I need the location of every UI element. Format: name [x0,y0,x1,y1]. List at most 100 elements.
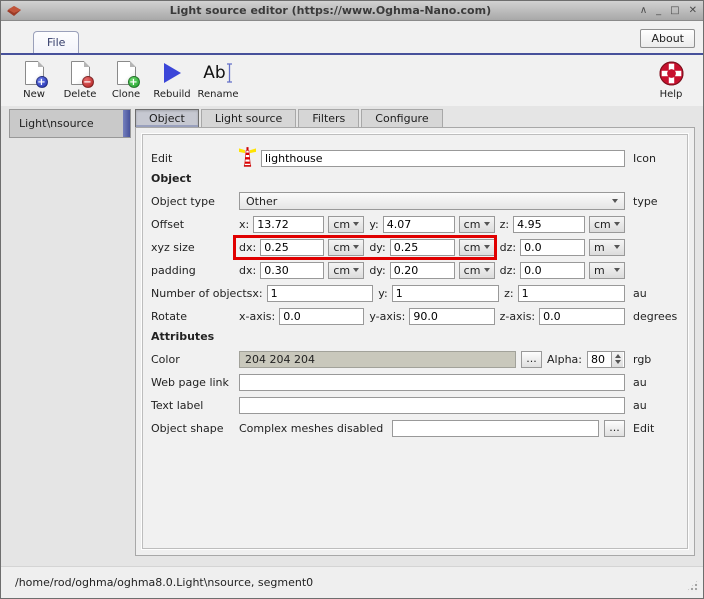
color-row: Color 204 204 204 ... Alpha: [151,350,679,368]
sidebar-scrollbar[interactable] [123,110,130,137]
chevron-down-icon [614,245,620,249]
color-label: Color [151,353,239,366]
chevron-down-icon [614,222,620,226]
tab-object[interactable]: Object [135,109,199,127]
rollup-button[interactable]: ∧ [640,6,647,16]
xyz-size-dx-input[interactable] [260,239,324,256]
chevron-down-icon [614,268,620,272]
alpha-spinner[interactable] [587,351,625,368]
spinner-arrows[interactable] [611,352,623,367]
xyz-size-dz-unit-select[interactable]: m [589,239,625,256]
color-swatch[interactable]: 204 204 204 [239,351,516,368]
new-document-icon: + [25,60,44,86]
xyz-size-dy-label: dy: [369,241,385,254]
clone-button[interactable]: + Clone [103,60,149,100]
spin-down-icon [615,360,621,364]
offset-y-input[interactable] [383,216,455,233]
rebuild-button[interactable]: Rebuild [149,60,195,100]
color-picker-button[interactable]: ... [521,351,542,368]
resize-grip[interactable] [686,579,699,592]
text-label-label: Text label [151,399,239,412]
offset-y-unit-select[interactable]: cm [459,216,495,233]
about-button[interactable]: About [640,29,695,48]
delete-button[interactable]: − Delete [57,60,103,100]
alpha-input[interactable] [588,352,611,367]
offset-label: Offset [151,218,239,231]
num-z-input[interactable] [518,285,625,302]
offset-z-input[interactable] [513,216,585,233]
help-lifebuoy-icon [659,60,684,86]
padding-dz-input[interactable] [520,262,585,279]
tab-light-source[interactable]: Light source [201,109,296,127]
num-y-input[interactable] [392,285,499,302]
offset-z-unit-select[interactable]: cm [589,216,625,233]
sidebar-item-label: Light\nsource [19,117,94,130]
xyz-size-label: xyz size [151,241,239,254]
tab-configure[interactable]: Configure [361,109,442,127]
sidebar-item-light-source[interactable]: Light\nsource [9,109,131,138]
rotate-label: Rotate [151,310,239,323]
rotate-z-input[interactable] [539,308,625,325]
text-label-input[interactable] [239,397,625,414]
chevron-down-icon [484,268,490,272]
chevron-down-icon [484,245,490,249]
padding-dx-unit-select[interactable]: cm [328,262,364,279]
close-button[interactable]: ✕ [689,6,697,16]
num-x-label: x: [252,287,262,300]
main-panel: Object Light source Filters Configure Ed… [135,109,695,556]
padding-dx-label: dx: [239,264,256,277]
xyz-size-dy-unit-select[interactable]: cm [459,239,495,256]
lighthouse-icon [239,146,256,170]
object-shape-browse-button[interactable]: ... [604,420,625,437]
xyz-size-dz-input[interactable] [520,239,585,256]
object-type-select[interactable]: Other [239,192,625,210]
chevron-down-icon [353,222,359,226]
xyz-size-dx-unit-select[interactable]: cm [328,239,364,256]
offset-x-unit-select[interactable]: cm [328,216,364,233]
web-page-link-tail-label: au [633,376,679,389]
xyz-size-row: xyz size dx: cm dy: cm [151,238,679,256]
padding-dy-input[interactable] [390,262,455,279]
number-of-objects-tail-label: au [633,287,679,300]
padding-dx-input[interactable] [260,262,324,279]
rebuild-label: Rebuild [153,89,190,100]
edit-name-input[interactable] [261,150,625,167]
rotate-row: Rotate x-axis: y-axis: z-axis: [151,307,679,325]
rename-button[interactable]: Ab Rename [195,60,241,100]
tab-strip: Object Light source Filters Configure [135,109,695,127]
padding-dy-unit-select[interactable]: cm [459,262,495,279]
padding-dz-label: dz: [500,264,516,277]
rotate-x-input[interactable] [279,308,364,325]
xyz-size-dy-input[interactable] [390,239,455,256]
number-of-objects-row: Number of objects x: y: z: [151,284,679,302]
content-area: Light\nsource Object Light source Filter… [1,106,703,566]
object-type-value: Other [246,195,277,208]
help-button[interactable]: Help [651,60,691,100]
edit-row: Edit [151,149,679,167]
padding-dz-unit-select[interactable]: m [589,262,625,279]
tab-filters[interactable]: Filters [298,109,359,127]
color-tail-label: rgb [633,353,679,366]
titlebar: Light source editor (https://www.Oghma-N… [1,1,703,21]
xyz-size-dx-label: dx: [239,241,256,254]
offset-x-input[interactable] [253,216,324,233]
web-page-link-label: Web page link [151,376,239,389]
clone-label: Clone [112,89,140,100]
offset-y-label: y: [369,218,378,231]
object-type-tail-label: type [633,195,679,208]
maximize-button[interactable]: □ [670,6,679,16]
new-button[interactable]: + New [11,60,57,100]
num-x-input[interactable] [267,285,374,302]
num-z-label: z: [504,287,513,300]
window-title: Light source editor (https://www.Oghma-N… [21,4,640,17]
web-page-link-input[interactable] [239,374,625,391]
padding-label: padding [151,264,239,277]
number-of-objects-label: Number of objects [151,287,252,300]
file-tab[interactable]: File [33,31,79,53]
rename-text-cursor-icon: Ab [203,60,232,86]
clone-document-icon: + [117,60,136,86]
rotate-y-input[interactable] [409,308,494,325]
object-shape-input[interactable] [392,420,599,437]
minimize-button[interactable]: _ [656,6,661,16]
attributes-section-heading: Attributes [151,330,679,343]
